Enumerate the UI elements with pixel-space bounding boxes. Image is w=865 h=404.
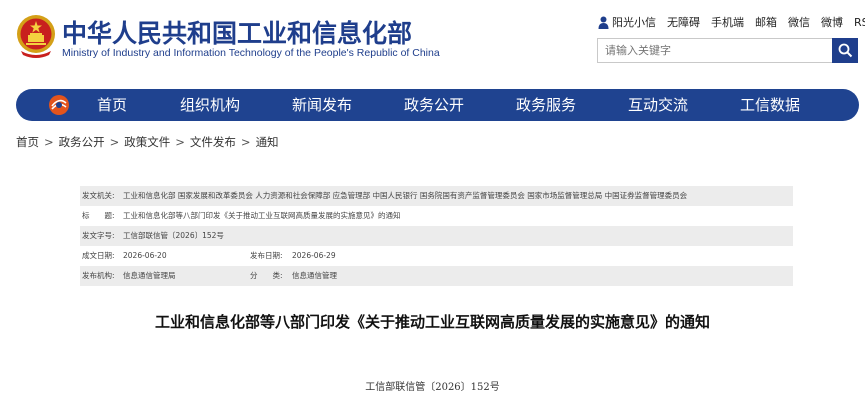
search-button[interactable] [832,38,858,63]
title-value: 工业和信息化部等八部门印发《关于推动工业互联网高质量发展的实施意见》的通知 [123,211,401,220]
person-icon [598,16,609,29]
org-value: 信息通信管理局 [123,271,176,280]
breadcrumb-gov-affairs[interactable]: 政务公开 [59,135,105,149]
ministry-logo-icon [49,95,69,115]
published-value: 2026-06-29 [292,251,336,260]
meta-row-dates: 成文日期: 2026-06-20 发布日期: 2026-06-29 [80,246,793,266]
toplink-accessibility[interactable]: 无障碍 [667,14,700,30]
breadcrumb-policy[interactable]: 政策文件 [124,135,170,149]
meta-row-issuer: 发文机关: 工业和信息化部 国家发展和改革委员会 人力资源和社会保障部 应急管理… [80,186,793,206]
toplink-email[interactable]: 邮箱 [755,14,777,30]
meta-row-docno: 发文字号: 工信部联信管〔2026〕152号 [80,226,793,246]
site-title[interactable]: 中华人民共和国工业和信息化部 [62,14,412,50]
category-value: 信息通信管理 [292,271,337,280]
nav-organization[interactable]: 组织机构 [180,89,240,121]
breadcrumb-release[interactable]: 文件发布 [190,135,236,149]
breadcrumb-home[interactable]: 首页 [16,135,39,149]
nav-gov-affairs[interactable]: 政务公开 [404,89,464,121]
docno-label: 发文字号: [82,231,115,240]
document-meta-table: 发文机关: 工业和信息化部 国家发展和改革委员会 人力资源和社会保障部 应急管理… [80,186,793,286]
toplink-mobile[interactable]: 手机端 [711,14,744,30]
issuer-label: 发文机关: [82,191,115,200]
breadcrumb: 首页 > 政务公开 > 政策文件 > 文件发布 > 通知 [16,134,279,150]
issuer-value: 工业和信息化部 国家发展和改革委员会 人力资源和社会保障部 应急管理部 中国人民… [123,191,688,200]
breadcrumb-separator: > [109,135,120,149]
breadcrumb-notice[interactable]: 通知 [256,135,279,149]
toplink-weibo[interactable]: 微博 [821,14,843,30]
top-links: 阳光小信 无障碍 手机端 邮箱 微信 微博 RSS订阅 [598,14,865,30]
search-box [597,38,858,63]
search-input[interactable] [597,38,833,63]
search-icon [838,43,852,58]
breadcrumb-separator: > [240,135,251,149]
docno-value: 工信部联信管〔2026〕152号 [123,231,224,240]
category-label: 分 类: [250,271,283,280]
toplink-sunshine[interactable]: 阳光小信 [612,14,656,30]
toplink-wechat[interactable]: 微信 [788,14,810,30]
document-title: 工业和信息化部等八部门印发《关于推动工业互联网高质量发展的实施意见》的通知 [154,313,710,331]
site-header: 中华人民共和国工业和信息化部 Ministry of Industry and … [0,0,865,82]
breadcrumb-separator: > [175,135,185,149]
site-subtitle: Ministry of Industry and Information Tec… [62,47,440,59]
nav-home[interactable]: 首页 [97,89,127,121]
document-number: 工信部联信管〔2026〕152号 [365,382,500,393]
breadcrumb-separator: > [44,135,54,149]
toplink-rss[interactable]: RSS订阅 [854,14,865,30]
nav-interaction[interactable]: 互动交流 [628,89,688,121]
nav-gov-services[interactable]: 政务服务 [516,89,576,121]
title-label: 标 题: [82,211,115,220]
created-value: 2026-06-20 [123,251,167,260]
nav-data[interactable]: 工信数据 [740,89,800,121]
meta-row-title: 标 题: 工业和信息化部等八部门印发《关于推动工业互联网高质量发展的实施意见》的… [80,206,793,226]
published-label: 发布日期: [250,251,283,260]
org-label: 发布机构: [82,271,115,280]
national-emblem-icon[interactable] [16,13,56,59]
main-nav: 首页 组织机构 新闻发布 政务公开 政务服务 互动交流 工信数据 [16,89,859,121]
meta-row-org: 发布机构: 信息通信管理局 分 类: 信息通信管理 [80,266,793,286]
nav-news[interactable]: 新闻发布 [292,89,352,121]
created-label: 成文日期: [82,251,115,260]
